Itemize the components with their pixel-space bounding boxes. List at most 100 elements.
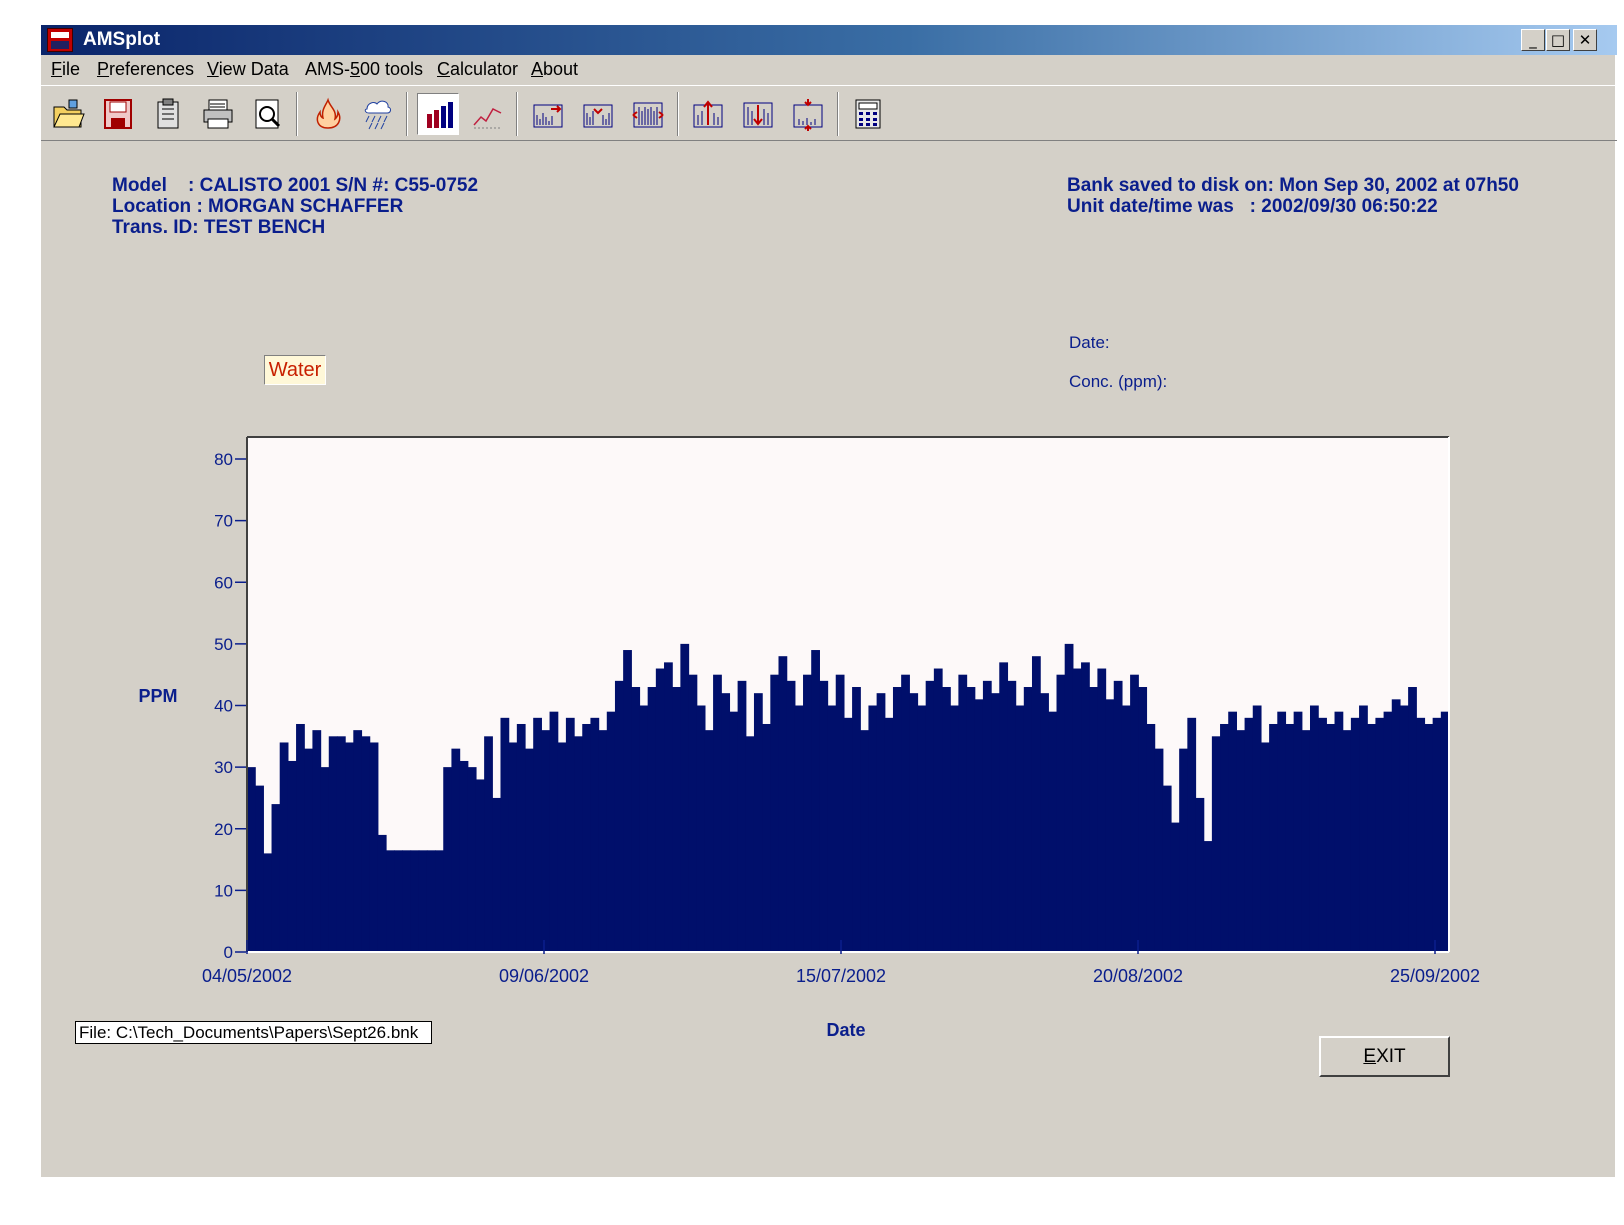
data-bar	[631, 687, 641, 952]
data-bar	[320, 767, 330, 952]
data-bar	[1220, 723, 1229, 952]
data-bar	[328, 736, 338, 952]
data-bar	[1048, 711, 1058, 952]
data-bar	[500, 717, 510, 952]
data-bar	[803, 674, 812, 952]
y-tick-label: 50	[214, 635, 233, 654]
x-tick-label: 25/09/2002	[1390, 966, 1480, 986]
data-bar	[312, 730, 322, 952]
data-bar	[271, 804, 281, 952]
data-bar	[443, 767, 453, 952]
data-bar	[811, 650, 820, 952]
data-bar	[287, 760, 297, 952]
data-bar	[819, 680, 829, 952]
data-bar	[304, 748, 314, 952]
data-bar	[1375, 717, 1385, 952]
data-bar	[688, 674, 698, 952]
data-bar	[999, 662, 1009, 952]
data-bar	[639, 705, 649, 952]
exit-button[interactable]: EXIT	[1319, 1036, 1450, 1077]
data-bar	[410, 850, 420, 952]
data-bar	[1015, 705, 1025, 952]
data-bar	[868, 705, 878, 952]
data-bar	[1170, 822, 1180, 952]
data-bar	[1228, 711, 1238, 952]
data-bar	[737, 680, 747, 952]
data-bar	[909, 693, 919, 952]
data-bar	[1383, 711, 1393, 952]
data-bar	[1252, 705, 1262, 952]
data-bar	[770, 674, 780, 952]
y-tick-label: 80	[214, 450, 233, 469]
data-bar	[1089, 687, 1098, 952]
data-bar	[1138, 687, 1148, 952]
data-bar	[1056, 674, 1066, 952]
data-bar	[680, 643, 690, 952]
data-bar	[1432, 717, 1442, 952]
data-bar	[1416, 717, 1426, 952]
data-bar	[255, 785, 264, 952]
data-bar	[704, 730, 714, 952]
data-bar	[925, 680, 935, 952]
data-bar	[1424, 723, 1434, 952]
data-bar	[402, 850, 412, 952]
data-bar	[1179, 748, 1188, 952]
data-bar	[1277, 711, 1287, 952]
data-bar	[1367, 723, 1377, 952]
data-bar	[516, 723, 526, 952]
data-bar	[508, 742, 518, 952]
data-bar	[721, 693, 731, 952]
data-bar	[982, 680, 992, 952]
data-bar	[647, 687, 657, 952]
x-tick-label: 04/05/2002	[202, 966, 292, 986]
y-tick-label: 70	[214, 512, 233, 531]
data-bar	[745, 736, 755, 952]
data-bar	[394, 850, 403, 952]
data-bar	[1187, 717, 1197, 952]
data-bar	[492, 797, 502, 952]
data-bar	[1301, 730, 1311, 952]
data-bar	[1146, 723, 1156, 952]
data-bar	[451, 748, 461, 952]
data-bar	[386, 850, 395, 952]
data-bar	[590, 717, 600, 952]
data-bar	[1399, 705, 1409, 952]
data-bar	[623, 650, 632, 952]
data-bar	[336, 736, 346, 952]
data-bar	[1342, 730, 1352, 952]
data-bar	[459, 760, 469, 952]
data-bar	[786, 680, 796, 952]
data-bar	[713, 674, 722, 952]
data-bar	[1195, 797, 1205, 952]
data-bar	[1211, 736, 1221, 952]
data-bar	[353, 730, 363, 952]
data-bar	[729, 711, 739, 952]
data-bar	[1285, 723, 1295, 952]
data-bar	[1408, 687, 1417, 952]
data-bar	[1031, 656, 1041, 952]
data-bar	[377, 834, 387, 952]
x-tick-label: 20/08/2002	[1093, 966, 1183, 986]
y-tick-label: 10	[214, 881, 233, 900]
data-bar	[1293, 711, 1303, 952]
data-bar	[598, 730, 608, 952]
data-bar	[557, 742, 567, 952]
data-bar	[991, 693, 1000, 952]
data-bar	[525, 748, 534, 952]
y-tick-label: 40	[214, 697, 233, 716]
data-bar	[1203, 841, 1213, 952]
data-bar	[753, 693, 763, 952]
data-bar	[296, 723, 305, 952]
data-bar	[247, 767, 256, 952]
data-bar	[533, 717, 542, 952]
data-bar	[917, 705, 927, 952]
data-bar	[582, 723, 592, 952]
y-tick-label: 0	[224, 943, 233, 962]
water-ppm-chart[interactable]: 0 10 20 30 40 50 60 70 80 04/05/2002 09/06/2002 15/…	[41, 25, 1617, 1085]
data-bar	[1326, 723, 1336, 952]
data-bar	[884, 717, 894, 952]
y-axis-title: PPM	[138, 686, 177, 706]
data-bar	[435, 850, 444, 952]
data-bar	[1334, 711, 1344, 952]
data-bar	[876, 693, 886, 952]
